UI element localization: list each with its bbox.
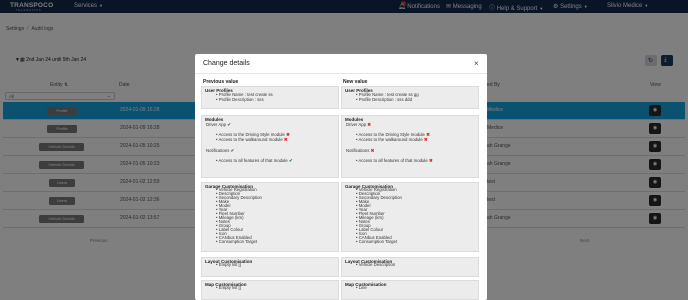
close-button[interactable]: × xyxy=(474,59,479,68)
list-item-text: Line xyxy=(358,285,367,290)
list-item: • Access to all features of that module … xyxy=(356,158,433,163)
check-icon: ✔ xyxy=(230,148,235,153)
list-item-text: Consumption Target xyxy=(358,239,398,244)
modal-header: Change details × xyxy=(195,54,487,74)
previous-value-title: Previous value xyxy=(203,79,239,85)
list-item-text: Vehicle Description xyxy=(358,262,396,267)
previous-user-profiles: User Profiles • Profile Name : test crea… xyxy=(201,86,339,109)
list-item: • Profile Description : sss xyxy=(216,96,264,102)
check-icon: ✔ xyxy=(227,122,231,127)
list-item: • Access to the walkaround module ✖ xyxy=(216,136,288,142)
list-item: • Consumption Target xyxy=(216,239,258,244)
driver-app-text: Driver App xyxy=(346,122,367,127)
new-modules: Modules Driver App ✖ • Access to the Dri… xyxy=(341,115,479,178)
list-item-text: Empty list [] xyxy=(218,285,241,290)
list-item: • Vehicle Description xyxy=(356,262,396,267)
previous-layout-customisation: Layout Customisation • Empty list [] xyxy=(201,257,339,277)
new-map-customisation: Map Customisation • Line xyxy=(341,280,479,300)
notifications-label: Notifications ✔ xyxy=(206,148,235,154)
cross-icon: ✖ xyxy=(283,136,288,142)
notifications-text: Notifications xyxy=(346,148,370,153)
new-garage-customisation: Garage Customisation • Vehicle Registrat… xyxy=(341,182,479,252)
previous-garage-customisation: Garage Customisation • Vehicle Registrat… xyxy=(201,182,339,252)
cross-icon: ✖ xyxy=(370,148,375,153)
list-item-text: Access to all features of that module xyxy=(358,158,428,163)
previous-modules: Modules Driver App ✔ • Access to the Dri… xyxy=(201,115,339,178)
list-item: • Access to the walkaround module ✖ xyxy=(356,136,428,142)
notifications-label: Notifications ✖ xyxy=(346,148,375,154)
list-item: • Line xyxy=(356,285,367,290)
list-item: • Consumption Target xyxy=(356,239,398,244)
list-item-text: Consumption Target xyxy=(218,239,258,244)
notifications-text: Notifications xyxy=(206,148,230,153)
change-details-modal: Change details × Previous value New valu… xyxy=(195,54,487,300)
new-user-profiles: User Profiles • Profile Name : test crea… xyxy=(341,86,479,109)
driver-app-label: Driver App ✖ xyxy=(346,122,371,128)
list-item: • Profile Description : sss ddd xyxy=(356,96,412,102)
check-icon: ✔ xyxy=(288,158,293,163)
new-value-title: New value xyxy=(343,79,368,85)
list-item-text: Access to the walkaround module xyxy=(218,136,283,142)
list-item-text: Profile Description : sss ddd xyxy=(358,96,412,102)
list-item: • Empty list [] xyxy=(216,262,241,267)
modal-title: Change details xyxy=(203,60,250,67)
driver-app-label: Driver App ✔ xyxy=(206,122,231,128)
previous-map-customisation: Map Customisation • Empty list [] xyxy=(201,280,339,300)
driver-app-text: Driver App xyxy=(206,122,227,127)
new-layout-customisation: Layout Customisation • Vehicle Descripti… xyxy=(341,257,479,277)
list-item-text: Profile Description : sss xyxy=(218,96,264,102)
cross-icon: ✖ xyxy=(428,158,433,163)
list-item: • Access to all features of that module … xyxy=(216,158,293,163)
list-item: • Empty list [] xyxy=(216,285,241,290)
list-item-text: Access to all features of that module xyxy=(218,158,288,163)
list-item-text: Empty list [] xyxy=(218,262,241,267)
cross-icon: ✖ xyxy=(367,122,371,127)
list-item-text: Access to the walkaround module xyxy=(358,136,423,142)
cross-icon: ✖ xyxy=(423,136,428,142)
